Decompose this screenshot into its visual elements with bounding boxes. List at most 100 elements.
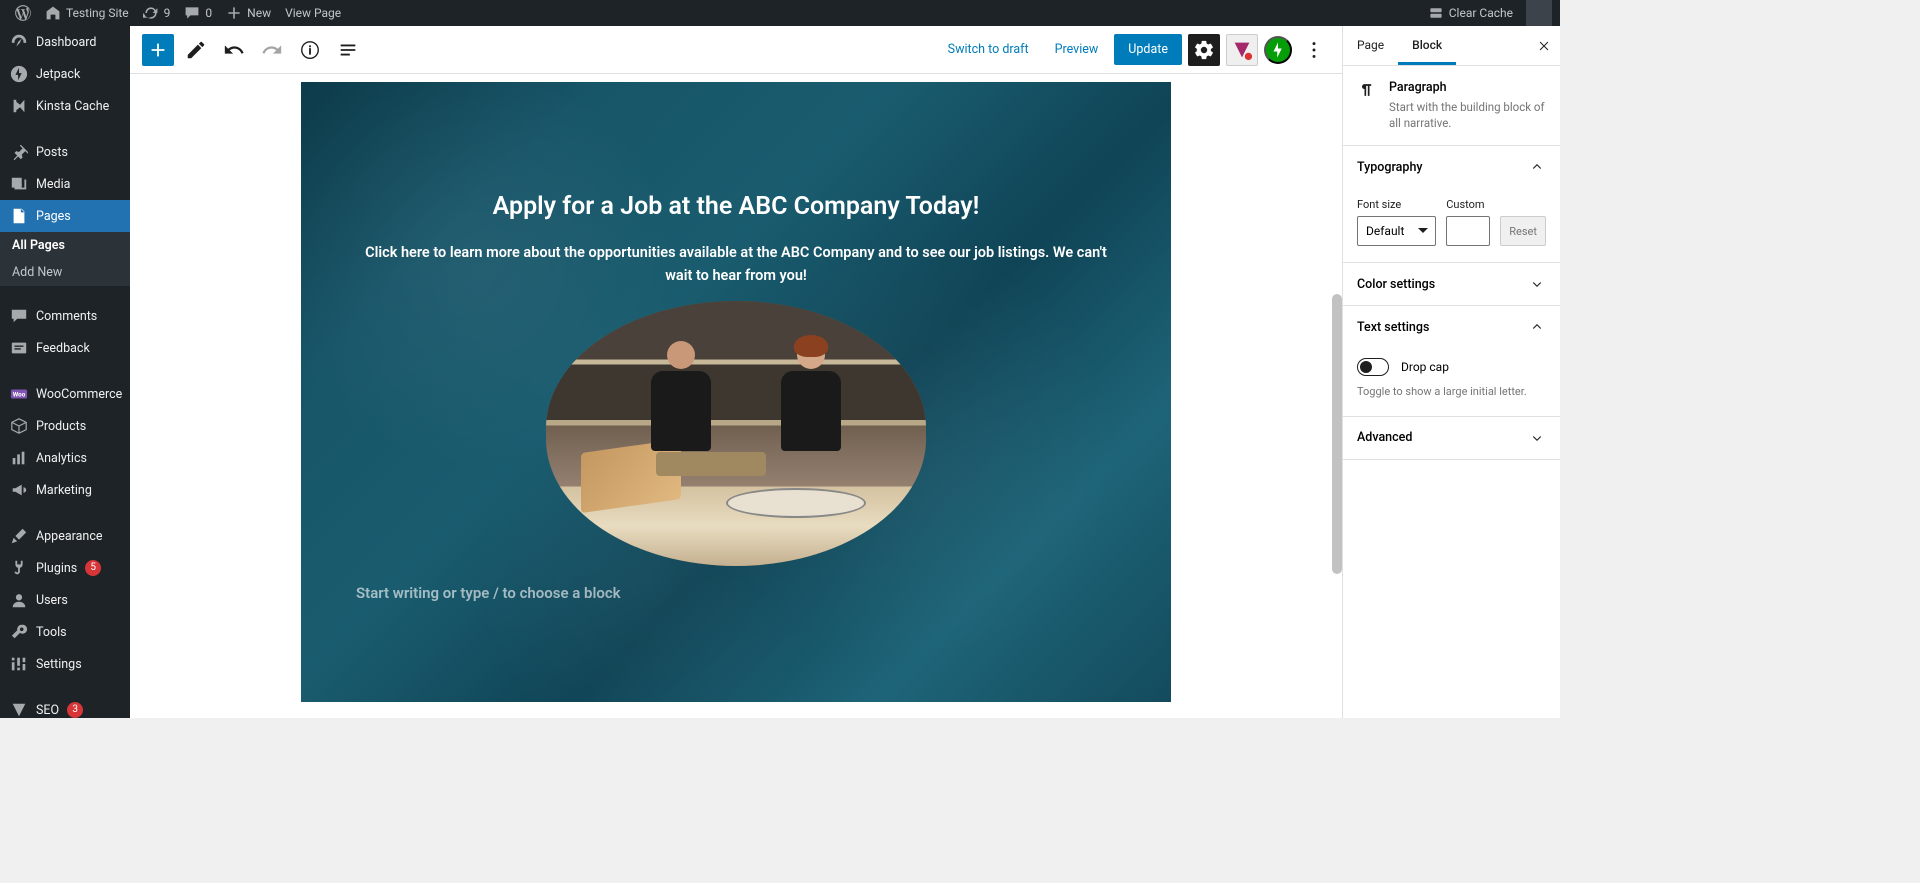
custom-size-input[interactable]: [1446, 216, 1490, 246]
text-settings-title: Text settings: [1357, 320, 1429, 335]
site-link[interactable]: Testing Site: [38, 0, 136, 26]
yoast-button[interactable]: [1226, 34, 1258, 66]
svg-text:Woo: Woo: [13, 391, 26, 399]
sidebar-item-settings[interactable]: Settings: [0, 648, 130, 680]
sidebar-item-comments[interactable]: Comments: [0, 300, 130, 332]
tab-block[interactable]: Block: [1398, 26, 1456, 65]
sidebar-item-label: Settings: [36, 657, 82, 672]
pin-icon: [10, 143, 28, 161]
add-block-button[interactable]: [142, 34, 174, 66]
canvas-scrollbar[interactable]: [1332, 74, 1342, 718]
adminbar-avatar-placeholder[interactable]: [1526, 0, 1552, 26]
reset-font-size-button[interactable]: Reset: [1500, 216, 1546, 246]
sidebar-item-seo[interactable]: SEO3: [0, 694, 130, 718]
sidebar-item-jetpack[interactable]: Jetpack: [0, 58, 130, 90]
font-size-select[interactable]: Default: [1357, 216, 1436, 246]
sidebar-item-dashboard[interactable]: Dashboard: [0, 26, 130, 58]
typography-panel-body: Font size Default Custom Reset: [1343, 188, 1560, 263]
sidebar-badge: 5: [85, 560, 101, 576]
sidebar-item-woo[interactable]: WooWooCommerce: [0, 378, 130, 410]
sidebar-item-media[interactable]: Media: [0, 168, 130, 200]
more-options-button[interactable]: [1298, 34, 1330, 66]
edit-mode-button[interactable]: [180, 34, 212, 66]
sidebar-item-label: Users: [36, 593, 68, 608]
block-appender-placeholder[interactable]: Start writing or type / to choose a bloc…: [356, 584, 1116, 602]
sidebar-item-feedback[interactable]: Feedback: [0, 332, 130, 364]
sidebar-item-appearance[interactable]: Appearance: [0, 520, 130, 552]
block-desc-text: Start with the building block of all nar…: [1389, 99, 1546, 131]
sidebar-item-pages[interactable]: Pages: [0, 200, 130, 232]
block-description: Paragraph Start with the building block …: [1343, 66, 1560, 146]
chevron-down-icon: [1528, 275, 1546, 293]
home-icon: [45, 5, 61, 21]
typography-panel-header[interactable]: Typography: [1343, 146, 1560, 188]
wp-logo[interactable]: [8, 0, 38, 26]
undo-button[interactable]: [218, 34, 250, 66]
sidebar-item-products[interactable]: Products: [0, 410, 130, 442]
plug-icon: [10, 559, 28, 577]
view-page-link[interactable]: View Page: [278, 0, 348, 26]
sidebar-item-label: Jetpack: [36, 67, 80, 82]
hero-image[interactable]: [546, 301, 926, 566]
close-settings-button[interactable]: [1534, 36, 1554, 56]
text-settings-panel-header[interactable]: Text settings: [1343, 306, 1560, 348]
sidebar-item-marketing[interactable]: Marketing: [0, 474, 130, 506]
tab-page[interactable]: Page: [1343, 26, 1398, 65]
pages-icon: [10, 207, 28, 225]
chevron-up-icon: [1528, 318, 1546, 336]
comments-link[interactable]: 0: [177, 0, 219, 26]
preview-link[interactable]: Preview: [1045, 36, 1109, 63]
update-button[interactable]: Update: [1114, 34, 1182, 65]
switch-to-draft-link[interactable]: Switch to draft: [938, 36, 1039, 63]
wrench-icon: [10, 623, 28, 641]
sidebar-subitem-add-new[interactable]: Add New: [0, 259, 130, 286]
sidebar-item-kinsta[interactable]: Kinsta Cache: [0, 90, 130, 122]
sidebar-item-label: Pages: [36, 209, 71, 224]
advanced-title: Advanced: [1357, 430, 1412, 445]
sidebar-item-plugins[interactable]: Plugins 5: [0, 552, 130, 584]
yoast-icon: [10, 701, 28, 718]
sidebar-item-label: Marketing: [36, 483, 92, 498]
view-page-label: View Page: [285, 6, 341, 20]
sidebar-item-label: Comments: [36, 309, 97, 324]
custom-size-label: Custom: [1446, 198, 1490, 211]
sidebar-item-posts[interactable]: Posts: [0, 136, 130, 168]
user-icon: [10, 591, 28, 609]
updates-link[interactable]: 9: [136, 0, 178, 26]
page-heading[interactable]: Apply for a Job at the ABC Company Today…: [356, 192, 1116, 221]
settings-toggle-button[interactable]: [1188, 34, 1220, 66]
updates-count: 9: [164, 6, 171, 20]
drop-cap-toggle[interactable]: [1357, 358, 1389, 376]
sidebar-subitem-all-pages[interactable]: All Pages: [0, 232, 130, 259]
sidebar-item-tools[interactable]: Tools: [0, 616, 130, 648]
megaphone-icon: [10, 481, 28, 499]
list-view-button[interactable]: [332, 34, 364, 66]
plus-icon: [226, 5, 242, 21]
sidebar-item-label: SEO: [36, 703, 59, 718]
settings-tabs: Page Block: [1343, 26, 1560, 66]
comments-count: 0: [205, 6, 212, 20]
color-settings-panel-header[interactable]: Color settings: [1343, 263, 1560, 306]
sidebar-item-label: Appearance: [36, 529, 103, 544]
sidebar-item-label: Dashboard: [36, 35, 96, 50]
advanced-panel-header[interactable]: Advanced: [1343, 417, 1560, 460]
page-paragraph[interactable]: Click here to learn more about the oppor…: [356, 241, 1116, 287]
sidebar-item-users[interactable]: Users: [0, 584, 130, 616]
paragraph-icon: [1357, 80, 1377, 131]
clear-cache-link[interactable]: Clear Cache: [1421, 0, 1520, 26]
dashboard-icon: [10, 33, 28, 51]
info-button[interactable]: [294, 34, 326, 66]
brush-icon: [10, 527, 28, 545]
editor-canvas[interactable]: Apply for a Job at the ABC Company Today…: [301, 82, 1171, 702]
kinsta-icon: [10, 97, 28, 115]
new-link[interactable]: New: [219, 0, 278, 26]
color-settings-title: Color settings: [1357, 277, 1435, 292]
chevron-down-icon: [1528, 429, 1546, 447]
redo-button[interactable]: [256, 34, 288, 66]
sidebar-item-label: Plugins: [36, 561, 77, 576]
sidebar-item-label: Posts: [36, 145, 68, 160]
wordpress-icon: [15, 5, 31, 21]
refresh-icon: [143, 5, 159, 21]
jetpack-button[interactable]: [1264, 36, 1292, 64]
sidebar-item-analytics[interactable]: Analytics: [0, 442, 130, 474]
